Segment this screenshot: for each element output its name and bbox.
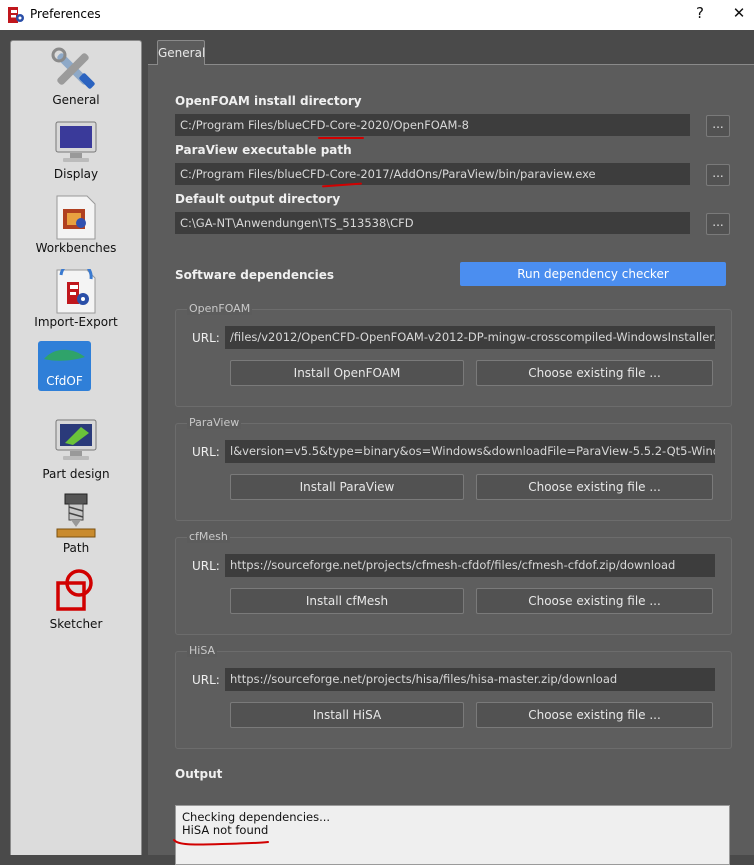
install-hisa-button[interactable]: Install HiSA (230, 702, 464, 728)
choose-hisa-file-button[interactable]: Choose existing file ... (476, 702, 713, 728)
openfoam-url-field[interactable]: /files/v2012/OpenCFD-OpenFOAM-v2012-DP-m… (225, 326, 715, 349)
close-button[interactable]: ✕ (729, 4, 749, 22)
hisa-group-title: HiSA (187, 644, 218, 657)
paraview-path-browse-button[interactable]: ... (706, 164, 730, 186)
output-dir-label: Default output directory (175, 192, 341, 206)
paraview-url-field[interactable]: l&version=v5.5&type=binary&os=Windows&do… (225, 440, 715, 463)
output-label: Output (175, 767, 223, 781)
paraview-path-label: ParaView executable path (175, 143, 352, 157)
cfmesh-url-field[interactable]: https://sourceforge.net/projects/cfmesh-… (225, 554, 715, 577)
choose-paraview-file-button[interactable]: Choose existing file ... (476, 474, 713, 500)
openfoam-dir-label: OpenFOAM install directory (175, 94, 362, 108)
install-paraview-button[interactable]: Install ParaView (230, 474, 464, 500)
sidebar-item-label: Import-Export (34, 315, 118, 329)
sidebar-item-label: CfdOF (46, 374, 83, 388)
sidebar-item-label: General (52, 93, 100, 107)
output-dir-browse-button[interactable]: ... (706, 213, 730, 235)
sidebar-item-part-design[interactable]: Part design (11, 419, 141, 485)
sidebar-item-label: Part design (42, 467, 110, 481)
sidebar-item-label: Path (62, 541, 90, 555)
openfoam-dir-browse-button[interactable]: ... (706, 115, 730, 137)
preferences-sidebar: General Display Workbenches Import-Expor… (10, 40, 142, 855)
url-label: URL: (192, 559, 220, 573)
part-design-icon (55, 419, 97, 460)
install-openfoam-button[interactable]: Install OpenFOAM (230, 360, 464, 386)
tab-general[interactable]: General (157, 40, 205, 65)
url-label: URL: (192, 445, 220, 459)
url-label: URL: (192, 673, 220, 687)
software-dependencies-label: Software dependencies (175, 268, 335, 282)
sidebar-item-label: Sketcher (49, 617, 103, 631)
openfoam-dir-field[interactable]: C:/Program Files/blueCFD-Core-2020/OpenF… (175, 114, 690, 136)
window-title: Preferences (30, 7, 101, 21)
choose-openfoam-file-button[interactable]: Choose existing file ... (476, 360, 713, 386)
sidebar-item-workbenches[interactable]: Workbenches (11, 195, 141, 261)
sidebar-item-display[interactable]: Display (11, 121, 141, 187)
sidebar-item-label: Workbenches (35, 241, 117, 255)
sidebar-item-import-export[interactable]: Import-Export (11, 269, 141, 335)
openfoam-group (175, 309, 732, 407)
annotation-underline (173, 839, 269, 846)
cfdof-icon (44, 349, 85, 361)
sidebar-item-general[interactable]: General (11, 47, 141, 113)
sidebar-item-cfdof[interactable]: CfdOF (11, 341, 141, 391)
import-export-icon (56, 269, 96, 314)
sidebar-item-sketcher[interactable]: Sketcher (11, 569, 141, 635)
install-cfmesh-button[interactable]: Install cfMesh (230, 588, 464, 614)
paraview-group (175, 423, 732, 521)
freecad-app-icon (8, 7, 24, 23)
paraview-group-title: ParaView (187, 416, 242, 429)
general-tools-icon (51, 47, 95, 89)
run-dependency-checker-button[interactable]: Run dependency checker (460, 262, 726, 286)
sidebar-item-selected-highlight: CfdOF (38, 341, 91, 391)
help-button[interactable]: ? (690, 4, 710, 22)
output-dir-field[interactable]: C:\GA-NT\Anwendungen\TS_513538\CFD (175, 212, 690, 234)
path-icon (56, 493, 96, 538)
title-bar: Preferences ? ✕ (0, 0, 754, 30)
hisa-url-field[interactable]: https://sourceforge.net/projects/hisa/fi… (225, 668, 715, 691)
paraview-path-field[interactable]: C:/Program Files/blueCFD-Core-2017/AddOn… (175, 163, 690, 185)
annotation-underline (318, 137, 364, 139)
cfmesh-group-title: cfMesh (187, 530, 230, 543)
openfoam-group-title: OpenFOAM (187, 302, 253, 315)
output-console[interactable]: Checking dependencies... HiSA not found (175, 805, 730, 865)
workbenches-icon (56, 195, 96, 240)
url-label: URL: (192, 331, 220, 345)
hisa-group (175, 651, 732, 749)
display-monitor-icon (55, 121, 97, 162)
sketcher-icon (56, 569, 93, 611)
cfmesh-group (175, 537, 732, 635)
sidebar-item-label: Display (53, 167, 99, 181)
choose-cfmesh-file-button[interactable]: Choose existing file ... (476, 588, 713, 614)
sidebar-item-path[interactable]: Path (11, 493, 141, 559)
